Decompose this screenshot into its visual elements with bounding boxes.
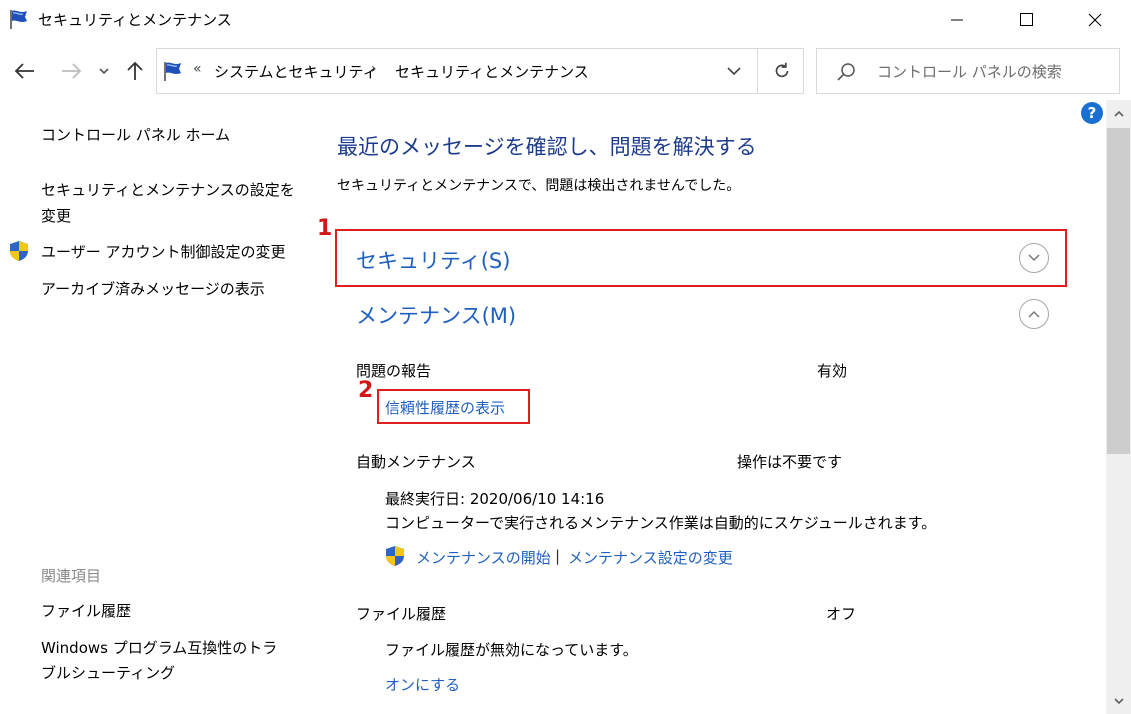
vertical-scrollbar[interactable] bbox=[1106, 100, 1131, 714]
auto-maintenance-description: コンピューターで実行されるメンテナンス作業は自動的にスケジュールされます。 bbox=[385, 514, 937, 532]
chevron-down-icon bbox=[1113, 698, 1124, 705]
close-icon bbox=[1088, 13, 1102, 27]
problem-report-status: 有効 bbox=[817, 362, 848, 380]
minimize-icon bbox=[951, 19, 963, 21]
scroll-up-button[interactable] bbox=[1106, 100, 1131, 128]
back-button[interactable] bbox=[10, 56, 40, 86]
arrow-left-icon bbox=[14, 63, 34, 79]
maximize-button[interactable] bbox=[1003, 0, 1049, 40]
breadcrumb-overflow[interactable]: « bbox=[193, 61, 202, 77]
file-history-description: ファイル履歴が無効になっています。 bbox=[385, 641, 638, 659]
help-button[interactable]: ? bbox=[1081, 102, 1103, 124]
page-subtitle: セキュリティとメンテナンスで、問題は検出されませんでした。 bbox=[337, 178, 741, 194]
search-placeholder[interactable]: コントロール パネルの検索 bbox=[877, 61, 1062, 82]
auto-maintenance-status: 操作は不要です bbox=[737, 453, 843, 471]
chevron-down-icon bbox=[727, 67, 741, 76]
uac-shield-icon bbox=[10, 241, 28, 261]
forward-button[interactable] bbox=[56, 56, 86, 86]
uac-shield-icon bbox=[386, 546, 404, 566]
file-history-label: ファイル履歴 bbox=[356, 605, 447, 623]
page-title: 最近のメッセージを確認し、問題を解決する bbox=[337, 135, 757, 159]
chevron-down-icon bbox=[1028, 254, 1040, 262]
recent-locations-button[interactable] bbox=[92, 56, 116, 86]
security-section-header[interactable]: セキュリティ(S) bbox=[356, 245, 510, 275]
control-panel-home-link[interactable]: コントロール パネル ホーム bbox=[41, 122, 230, 148]
refresh-button[interactable] bbox=[762, 57, 802, 85]
address-divider bbox=[757, 49, 758, 93]
link-divider: | bbox=[555, 547, 561, 565]
related-heading: 関連項目 bbox=[41, 567, 102, 585]
compat-troubleshoot-link-line2[interactable]: ブルシューティング bbox=[41, 660, 175, 686]
file-history-status: オフ bbox=[826, 605, 857, 623]
minimize-button[interactable] bbox=[934, 0, 980, 40]
title-bar: セキュリティとメンテナンス bbox=[0, 0, 1131, 40]
breadcrumb-separator[interactable]: › bbox=[371, 61, 377, 77]
annotation-number-1: 1 bbox=[317, 216, 333, 241]
last-run-date: 最終実行日: 2020/06/10 14:16 bbox=[385, 490, 605, 508]
uac-settings-link[interactable]: ユーザー アカウント制御設定の変更 bbox=[41, 239, 285, 265]
search-icon bbox=[837, 63, 855, 81]
change-settings-link-line1[interactable]: セキュリティとメンテナンスの設定を bbox=[41, 177, 295, 203]
search-box[interactable]: コントロール パネルの検索 bbox=[816, 48, 1120, 94]
turn-on-file-history-link[interactable]: オンにする bbox=[385, 674, 460, 695]
expand-security-button[interactable] bbox=[1019, 243, 1049, 273]
file-history-sidebar-link[interactable]: ファイル履歴 bbox=[41, 598, 131, 624]
arrow-up-icon bbox=[127, 61, 143, 80]
breadcrumb-system-security[interactable]: システムとセキュリティ bbox=[214, 61, 378, 82]
up-button[interactable] bbox=[120, 56, 150, 86]
compat-troubleshoot-link-line1[interactable]: Windows プログラム互換性のトラ bbox=[41, 635, 277, 661]
annotation-number-2: 2 bbox=[358, 378, 374, 403]
refresh-icon bbox=[775, 62, 789, 78]
start-maintenance-link[interactable]: メンテナンスの開始 bbox=[416, 547, 551, 568]
chevron-up-icon bbox=[1028, 310, 1040, 318]
arrow-right-icon bbox=[62, 63, 82, 79]
address-bar[interactable]: « システムとセキュリティ › セキュリティとメンテナンス bbox=[156, 48, 804, 94]
help-icon: ? bbox=[1087, 104, 1097, 122]
archived-messages-link[interactable]: アーカイブ済みメッセージの表示 bbox=[41, 276, 265, 302]
address-dropdown-button[interactable] bbox=[719, 59, 749, 83]
maximize-icon bbox=[1020, 13, 1033, 26]
window-title: セキュリティとメンテナンス bbox=[38, 11, 232, 29]
maintenance-section-header[interactable]: メンテナンス(M) bbox=[356, 300, 516, 330]
auto-maintenance-label: 自動メンテナンス bbox=[356, 453, 476, 471]
change-maintenance-settings-link[interactable]: メンテナンス設定の変更 bbox=[568, 547, 733, 568]
chevron-up-icon bbox=[1113, 110, 1124, 117]
navigation-bar: « システムとセキュリティ › セキュリティとメンテナンス コントロール パネル… bbox=[0, 46, 1131, 96]
flag-icon bbox=[164, 62, 181, 81]
flag-icon bbox=[10, 10, 27, 29]
scroll-thumb[interactable] bbox=[1107, 128, 1130, 454]
chevron-down-icon bbox=[99, 68, 109, 75]
close-button[interactable] bbox=[1072, 0, 1118, 40]
scroll-down-button[interactable] bbox=[1106, 688, 1131, 714]
collapse-maintenance-button[interactable] bbox=[1019, 299, 1049, 329]
reliability-history-link[interactable]: 信頼性履歴の表示 bbox=[385, 397, 505, 418]
change-settings-link-line2[interactable]: 変更 bbox=[41, 203, 71, 229]
breadcrumb-security-maintenance[interactable]: セキュリティとメンテナンス bbox=[395, 61, 589, 82]
